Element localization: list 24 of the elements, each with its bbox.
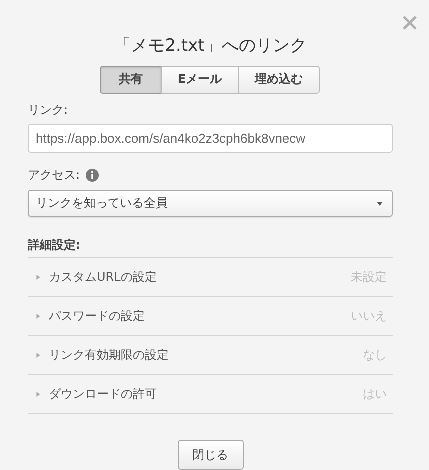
tab[interactable]: 共有 [100,66,162,94]
settings-row[interactable]: パスワードの設定 いいえ [28,297,393,336]
setting-value: はい [363,386,387,402]
caret-icon [377,202,383,206]
tab[interactable]: Eメール [160,66,240,94]
close-button[interactable]: 閉じる [178,440,244,470]
section-label: 詳細設定: [28,237,81,254]
dialog-title: 「メモ2.txt」へのリンク [113,34,308,58]
setting-value: いいえ [351,308,387,324]
setting-name: カスタムURLの設定 [49,268,158,286]
setting-name: リンク有効期限の設定 [49,346,170,364]
settings-row[interactable]: ダウンロードの許可 はい [28,375,393,414]
setting-name: パスワードの設定 [49,308,146,324]
setting-value: なし [363,346,387,364]
tab[interactable]: 埋め込む [238,66,320,94]
settings-row[interactable]: リンク有効期限の設定 なし [28,336,393,375]
setting-value: 未設定 [351,268,387,286]
field-label: リンク: [28,102,68,118]
link-field[interactable]: https://app.box.com/s/an4ko2z3cph6bk8vnecw [28,124,393,154]
field-label: アクセス: [28,167,80,184]
setting-name: ダウンロードの許可 [49,386,158,402]
info-icon[interactable] [86,169,100,182]
access-dropdown[interactable]: リンクを知っている全員 [28,190,393,217]
settings-row[interactable]: カスタムURLの設定 未設定 [28,258,393,297]
